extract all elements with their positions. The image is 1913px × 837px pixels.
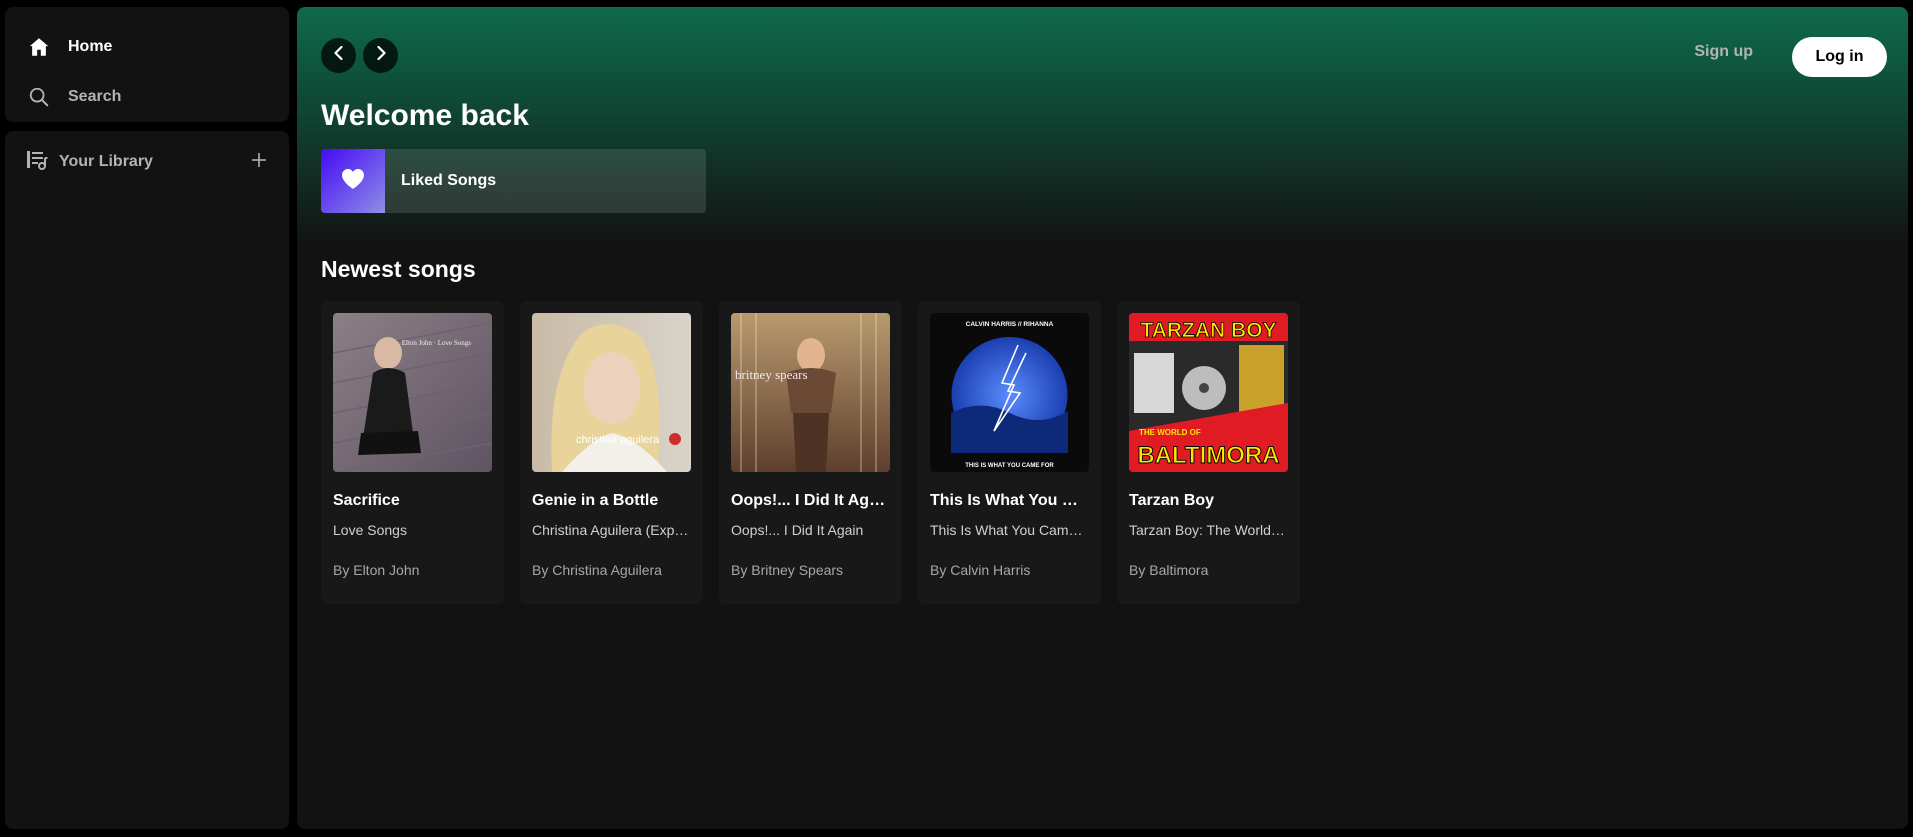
song-artist: By Calvin Harris (930, 562, 1031, 578)
sidebar-item-label: Home (68, 38, 113, 55)
cover-text: THE WORLD OF (1139, 428, 1201, 437)
song-title: Tarzan Boy (1129, 492, 1215, 509)
song-album: Oops!... I Did It Again (731, 522, 864, 538)
cover-text: BALTIMORA (1137, 442, 1279, 469)
plus-icon (251, 152, 267, 173)
album-cover: britney spears (731, 313, 890, 472)
search-icon (25, 83, 53, 111)
song-artist: By Christina Aguilera (532, 562, 662, 578)
cover-text: britney spears (735, 367, 808, 382)
cover-text: christina aguilera (576, 434, 660, 446)
home-icon (25, 33, 53, 61)
main-content: Sign up Log in Welcome back Liked Songs … (297, 7, 1908, 829)
cover-text: Elton John · Love Songs (402, 339, 471, 347)
song-artist: By Baltimora (1129, 562, 1209, 578)
song-album: Christina Aguilera (Expanded Edition) (532, 522, 691, 538)
liked-songs-label: Liked Songs (401, 172, 497, 189)
section-title: Newest songs (321, 256, 476, 282)
sidebar-item-home[interactable]: Home (25, 33, 112, 61)
chevron-left-icon (331, 45, 347, 66)
song-card[interactable]: CALVIN HARRIS // RIHANNA THIS IS WHAT YO… (918, 301, 1101, 604)
liked-songs-shortcut[interactable]: Liked Songs (321, 149, 706, 213)
login-button[interactable]: Log in (1792, 37, 1887, 77)
song-artist: By Elton John (333, 562, 420, 578)
chevron-right-icon (373, 45, 389, 66)
library-icon (25, 148, 49, 177)
song-card[interactable]: Elton John · Love Songs Sacrifice Love S… (321, 301, 504, 604)
album-cover: Elton John · Love Songs (333, 313, 492, 472)
sidebar-nav-panel: Home Search (5, 7, 289, 122)
song-title: Oops!... I Did It Again (731, 492, 890, 509)
back-button[interactable] (321, 38, 356, 73)
signup-button[interactable]: Sign up (1694, 43, 1753, 61)
library-panel: Your Library (5, 131, 289, 829)
liked-songs-art (321, 149, 385, 213)
song-card[interactable]: TARZAN BOY THE WORLD OF BALTIMORA Tarzan… (1117, 301, 1300, 604)
song-title: Sacrifice (333, 492, 400, 509)
song-artist: By Britney Spears (731, 562, 844, 578)
song-album: This Is What You Came For (930, 522, 1089, 538)
album-cover: christina aguilera (532, 313, 691, 472)
create-playlist-button[interactable] (245, 148, 273, 176)
cover-text: THIS IS WHAT YOU CAME FOR (965, 463, 1054, 469)
cover-text: TARZAN BOY (1140, 319, 1276, 342)
song-title: Genie in a Bottle (532, 492, 659, 509)
song-card[interactable]: britney spears Oops!... I Did It Again O… (719, 301, 902, 604)
album-cover: CALVIN HARRIS // RIHANNA THIS IS WHAT YO… (930, 313, 1089, 472)
song-card-list: Elton John · Love Songs Sacrifice Love S… (321, 301, 1300, 604)
song-album: Tarzan Boy: The World of Baltimora (1129, 522, 1288, 538)
song-card[interactable]: christina aguilera Genie in a Bottle Chr… (520, 301, 703, 604)
forward-button[interactable] (363, 38, 398, 73)
your-library-label: Your Library (59, 153, 153, 170)
song-title: This Is What You Came For (930, 492, 1089, 509)
sidebar-item-label: Search (68, 88, 122, 105)
your-library-button[interactable]: Your Library (25, 148, 153, 176)
page-title: Welcome back (321, 99, 529, 132)
sidebar-item-search[interactable]: Search (25, 83, 121, 111)
song-album: Love Songs (333, 522, 407, 538)
heart-icon (341, 168, 365, 195)
album-cover: TARZAN BOY THE WORLD OF BALTIMORA (1129, 313, 1288, 472)
cover-text: CALVIN HARRIS // RIHANNA (966, 321, 1054, 328)
